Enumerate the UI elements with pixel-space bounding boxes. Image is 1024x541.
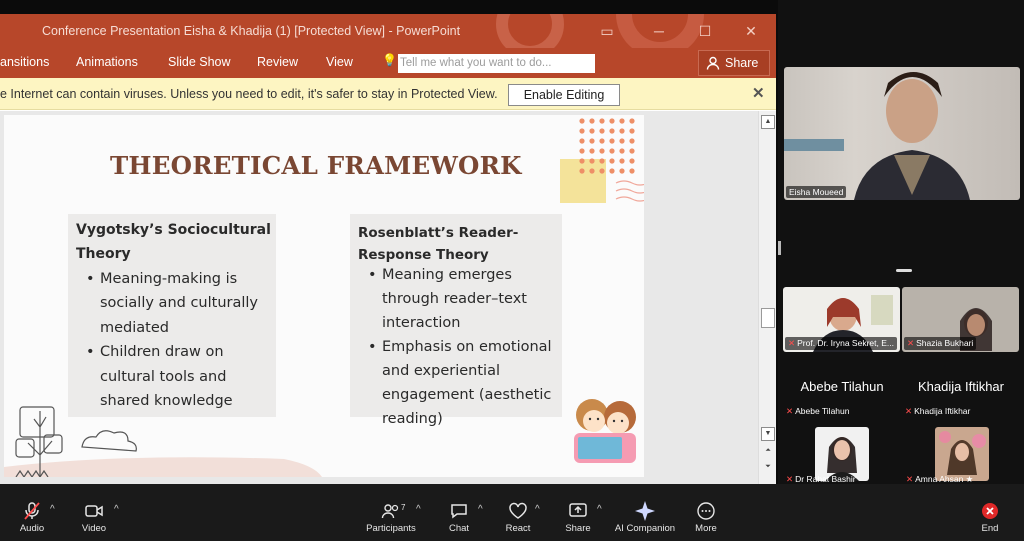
participant-label-khadija: ✕ Khadija Iftikhar: [905, 406, 971, 416]
participant-name-abebe: Abebe Tilahun: [800, 379, 884, 394]
audio-label: Audio: [19, 523, 45, 534]
protected-view-message: e Internet can contain viruses. Unless y…: [0, 87, 498, 101]
ribbon-display-icon[interactable]: ▭: [592, 14, 622, 48]
mic-muted-icon: ✕: [907, 338, 915, 348]
end-call-icon: [982, 503, 998, 519]
audio-options-caret[interactable]: ^: [50, 504, 55, 515]
scroll-thumb[interactable]: [761, 308, 775, 328]
rahat-avatar: [825, 437, 859, 481]
participants-options-caret[interactable]: ^: [416, 504, 421, 515]
chat-icon: [451, 504, 467, 519]
person-icon: [706, 56, 720, 70]
share-screen-label: Share: [565, 523, 591, 534]
tab-view[interactable]: View: [326, 55, 353, 69]
minimize-icon[interactable]: ─: [644, 14, 674, 48]
more-button[interactable]: More: [674, 484, 738, 541]
share-options-caret[interactable]: ^: [597, 504, 602, 515]
rosenblatt-box: Rosenblatt’s Reader-Response Theory Mean…: [350, 214, 562, 427]
participant-tile-shazia[interactable]: ✕ Shazia Bukhari: [902, 287, 1019, 352]
video-camera-icon: [85, 505, 103, 517]
participant-name-khadija: Khadija Iftikhar: [918, 379, 1004, 394]
slide-title: THEORETICAL FRAMEWORK: [110, 151, 522, 180]
end-meeting-button[interactable]: End: [958, 484, 1022, 541]
panel-resize-handle[interactable]: [896, 269, 912, 272]
speaker-figure: [784, 72, 970, 200]
maximize-icon[interactable]: ☐: [690, 14, 720, 48]
next-slide-icon[interactable]: ⏷: [761, 461, 775, 475]
slide: THEORETICAL FRAMEWORK Vygotsky’s Sociocu…: [4, 115, 644, 477]
rosenblatt-bullets: Meaning emerges through reader–text inte…: [368, 263, 562, 431]
tell-me-input[interactable]: Tell me what you want to do...: [398, 54, 595, 73]
participants-button[interactable]: 7 Participants: [359, 484, 423, 541]
tab-animations[interactable]: Animations: [76, 55, 138, 69]
end-label: End: [981, 523, 999, 534]
react-label: React: [505, 523, 531, 534]
avatar-amna[interactable]: [935, 427, 989, 481]
participant-label-shazia: ✕ Shazia Bukhari: [904, 337, 977, 350]
powerpoint-window: Conference Presentation Eisha & Khadija …: [0, 14, 776, 484]
speaker-video[interactable]: Eisha Moueed: [784, 67, 1020, 200]
share-label: Share: [725, 56, 759, 70]
rosenblatt-heading: Rosenblatt’s Reader-Response Theory: [358, 225, 519, 263]
amna-avatar: [939, 431, 986, 475]
vygotsky-box: Vygotsky’s Sociocultural Theory Meaning-…: [68, 214, 276, 417]
participant-tile-iryna[interactable]: ✕ Prof. Dr. Iryna Sekret, E...: [783, 287, 900, 352]
title-bar: Conference Presentation Eisha & Khadija …: [0, 14, 776, 54]
tab-transitions[interactable]: ansitions: [0, 55, 49, 69]
rosenblatt-bullet-2: Emphasis on emotional and experiential e…: [368, 335, 562, 431]
participants-label: Participants: [366, 523, 416, 534]
slide-canvas: THEORETICAL FRAMEWORK Vygotsky’s Sociocu…: [0, 111, 758, 484]
sparkle-icon: [635, 501, 655, 521]
enable-editing-button[interactable]: Enable Editing: [508, 84, 620, 106]
window-title: Conference Presentation Eisha & Khadija …: [42, 24, 461, 38]
chat-options-caret[interactable]: ^: [478, 504, 483, 515]
participant-label-abebe: ✕ Abebe Tilahun: [786, 406, 850, 416]
participants-count: 7: [401, 503, 406, 512]
share-button[interactable]: Share: [698, 50, 770, 76]
more-label: More: [695, 523, 717, 534]
vygotsky-heading: Vygotsky’s Sociocultural Theory: [76, 222, 271, 262]
tab-review[interactable]: Review: [257, 55, 298, 69]
rosenblatt-bullet-1: Meaning emerges through reader–text inte…: [368, 263, 562, 335]
react-options-caret[interactable]: ^: [535, 504, 540, 515]
panel-edge-handle[interactable]: [778, 241, 781, 255]
more-icon: [697, 502, 715, 520]
lightbulb-icon: 💡: [382, 53, 397, 67]
ribbon: ansitions Animations Slide Show Review V…: [0, 48, 776, 78]
protected-view-bar: e Internet can contain viruses. Unless y…: [0, 78, 776, 110]
ai-companion-label: AI Companion: [614, 523, 676, 534]
mic-muted-icon: ✕: [906, 474, 914, 484]
tab-slide-show[interactable]: Slide Show: [168, 55, 231, 69]
mic-muted-icon: [24, 502, 40, 520]
close-bar-icon[interactable]: ✕: [752, 78, 765, 110]
vertical-scrollbar[interactable]: ▲ ▼ ⏶ ⏷: [758, 111, 776, 484]
previous-slide-icon[interactable]: ⏶: [761, 445, 775, 459]
share-screen-icon: [569, 503, 587, 517]
vygotsky-bullets: Meaning-making is socially and culturall…: [86, 267, 276, 413]
scroll-up-icon[interactable]: ▲: [761, 115, 775, 129]
close-window-icon[interactable]: ✕: [736, 14, 766, 48]
participant-label-iryna: ✕ Prof. Dr. Iryna Sekret, E...: [785, 337, 897, 350]
react-button[interactable]: React: [486, 484, 550, 541]
mic-muted-icon: ✕: [905, 406, 913, 416]
meeting-toolbar: Audio ^ Video ^ 7 Participants ^ Chat ^ …: [0, 484, 1024, 541]
avatar-rahat[interactable]: [815, 427, 869, 481]
speaker-name-label: Eisha Moueed: [786, 186, 847, 198]
chat-label: Chat: [448, 523, 470, 534]
video-options-caret[interactable]: ^: [114, 504, 119, 515]
scroll-down-icon[interactable]: ▼: [761, 427, 775, 441]
vygotsky-bullet-1: Meaning-making is socially and culturall…: [86, 267, 276, 340]
video-label: Video: [81, 523, 107, 534]
mic-muted-icon: ✕: [786, 474, 794, 484]
vygotsky-bullet-2: Children draw on cultural tools and shar…: [86, 340, 276, 413]
participant-panel: Eisha Moueed ✕ Prof. Dr. Iryna Sekret, E.…: [778, 0, 1024, 484]
mic-muted-icon: ✕: [788, 338, 796, 348]
heart-icon: [509, 502, 527, 519]
mic-muted-icon: ✕: [786, 406, 794, 416]
participants-icon: [381, 504, 399, 519]
ai-companion-button[interactable]: AI Companion: [610, 484, 680, 541]
